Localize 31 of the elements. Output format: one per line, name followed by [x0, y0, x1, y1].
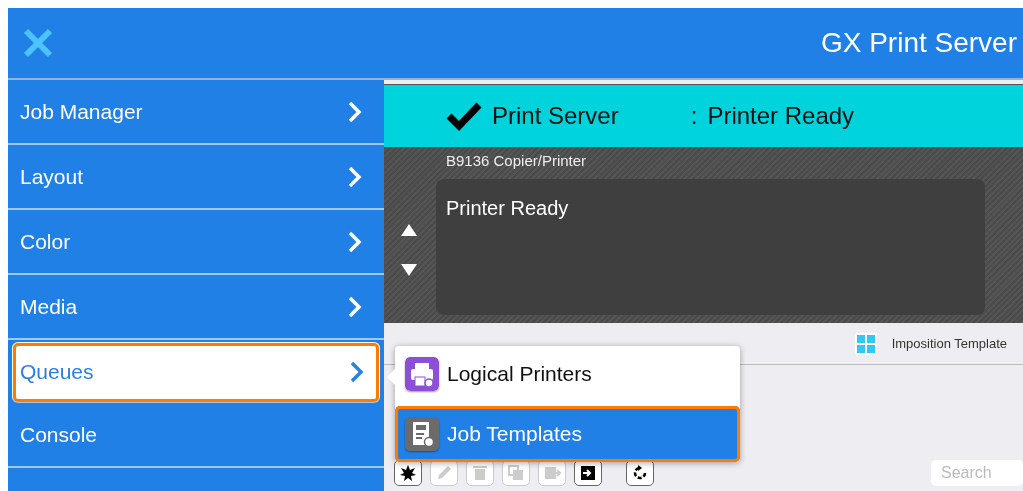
import-button[interactable]: [574, 460, 602, 486]
device-name: B9136 Copier/Printer: [445, 152, 588, 169]
search-field[interactable]: Search: [931, 460, 1023, 486]
new-button[interactable]: [394, 460, 422, 486]
refresh-icon: [631, 464, 649, 482]
import-icon: [579, 464, 597, 482]
tab[interactable]: Imposition Template: [847, 330, 1013, 357]
separator: :: [690, 102, 698, 130]
status-message: Printer Ready: [436, 179, 985, 315]
printer-icon: [405, 357, 439, 391]
delete-icon: [471, 464, 489, 482]
refresh-button[interactable]: [626, 460, 654, 486]
submenu-item[interactable]: Job Templates: [395, 406, 740, 462]
grid-icon: [853, 331, 878, 356]
chevron-icon: [348, 295, 362, 318]
duplicate-icon: [507, 464, 525, 482]
edit-icon: [435, 464, 453, 482]
chevron-icon: [348, 165, 362, 188]
submenu-item[interactable]: Logical Printers: [395, 346, 740, 402]
chevron-icon: [350, 360, 364, 383]
status-text: Printer Ready: [707, 102, 855, 130]
server-name: Print Server: [492, 102, 619, 130]
scroll-down-icon[interactable]: [400, 263, 418, 277]
scroll-up-icon[interactable]: [400, 223, 418, 237]
app-title: GX Print Server: [820, 27, 1017, 59]
chevron-icon: [348, 230, 362, 253]
menu-item[interactable]: Queues: [12, 342, 380, 403]
move-icon: [543, 464, 561, 482]
chevron-icon: [348, 100, 362, 123]
new-icon: [399, 464, 417, 482]
document-gear-icon: [405, 417, 439, 451]
